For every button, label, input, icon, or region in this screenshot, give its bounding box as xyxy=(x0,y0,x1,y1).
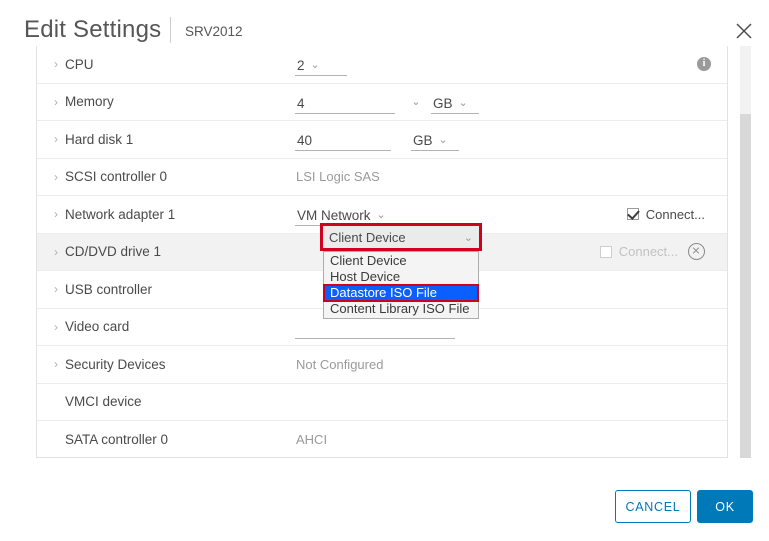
expand-caret-icon[interactable]: › xyxy=(49,133,63,145)
memory-unit-value: GB xyxy=(433,95,453,111)
row-value: 40 GB ⌄ xyxy=(295,121,727,158)
close-icon[interactable] xyxy=(733,20,755,42)
row-label: SCSI controller 0 xyxy=(65,169,168,185)
row-label: VMCI device xyxy=(65,394,142,410)
row-label: Hard disk 1 xyxy=(65,131,134,147)
table-row-security-devices[interactable]: › Security Devices Not Configured xyxy=(37,346,727,384)
dropdown-option-content-library-iso-file[interactable]: Content Library ISO File xyxy=(324,301,478,317)
cancel-button[interactable]: CANCEL xyxy=(615,490,691,523)
expand-caret-icon[interactable]: › xyxy=(49,283,63,295)
chevron-down-icon: ⌄ xyxy=(458,96,468,109)
row-value: 4 ⌄ GB ⌄ xyxy=(295,84,727,121)
page-title: Edit Settings xyxy=(24,16,162,43)
row-value: 2 ⌄ i xyxy=(295,46,727,83)
row-label: USB controller xyxy=(65,281,153,297)
cpu-count-select[interactable]: 2 ⌄ xyxy=(295,52,347,77)
expand-caret-icon[interactable]: › xyxy=(49,321,63,333)
row-label: Network adapter 1 xyxy=(65,206,176,222)
cd-dvd-device-select[interactable]: Client Device ⌄ xyxy=(320,223,482,251)
row-label: CPU xyxy=(65,56,94,72)
row-value xyxy=(295,384,727,421)
cd-dvd-connect-checkbox xyxy=(599,245,612,258)
row-label: SATA controller 0 xyxy=(65,431,169,447)
dialog-header: Edit Settings SRV2012 xyxy=(0,0,769,46)
table-row-vmci-device[interactable]: › VMCI device xyxy=(37,384,727,421)
vm-name-label: SRV2012 xyxy=(185,24,243,39)
dropdown-option-host-device[interactable]: Host Device xyxy=(324,269,478,285)
cd-dvd-device-dropdown-list[interactable]: Client Device Host Device Datastore ISO … xyxy=(323,251,479,319)
hard-disk-unit-value: GB xyxy=(413,133,433,149)
dropdown-option-datastore-iso-file[interactable]: Datastore ISO File xyxy=(323,284,479,302)
cpu-count-value: 2 xyxy=(297,58,305,74)
chevron-down-icon: ⌄ xyxy=(463,231,473,244)
hard-disk-unit-select[interactable]: GB ⌄ xyxy=(411,127,459,152)
cd-dvd-selected-value: Client Device xyxy=(329,229,406,245)
scrollbar-thumb[interactable] xyxy=(740,46,751,114)
row-label: Security Devices xyxy=(65,356,166,372)
network-connect-cluster[interactable]: Connect... xyxy=(626,206,705,222)
table-row-scsi-controller-0[interactable]: › SCSI controller 0 LSI Logic SAS xyxy=(37,159,727,196)
table-row-cpu[interactable]: › CPU 2 ⌄ i xyxy=(37,46,727,84)
expand-caret-icon[interactable]: › xyxy=(49,58,63,70)
table-row-hard-disk-1[interactable]: › Hard disk 1 40 GB ⌄ xyxy=(37,121,727,159)
expand-caret-icon[interactable]: › xyxy=(49,208,63,220)
row-value: AHCI xyxy=(295,421,727,457)
chevron-down-icon: ⌄ xyxy=(438,134,448,147)
hard-disk-size-input[interactable]: 40 xyxy=(295,127,391,152)
cd-dvd-connect-label: Connect... xyxy=(618,244,678,260)
network-connect-label: Connect... xyxy=(645,206,705,222)
expand-caret-icon[interactable]: › xyxy=(49,358,63,370)
expand-caret-icon[interactable]: › xyxy=(49,171,63,183)
security-devices-value: Not Configured xyxy=(296,356,384,372)
cd-dvd-connect-cluster: Connect... xyxy=(599,243,705,261)
expand-caret-icon[interactable]: › xyxy=(49,96,63,108)
network-adapter-value: VM Network xyxy=(297,208,371,224)
memory-stepper-chevron-icon[interactable]: ⌄ xyxy=(409,95,423,108)
ok-button[interactable]: OK xyxy=(697,490,753,523)
row-label: Memory xyxy=(65,94,114,110)
row-label: CD/DVD drive 1 xyxy=(65,244,162,260)
row-value: LSI Logic SAS xyxy=(295,159,727,196)
info-icon[interactable]: i xyxy=(697,57,711,72)
scsi-controller-value: LSI Logic SAS xyxy=(296,169,380,185)
table-row-memory[interactable]: › Memory 4 ⌄ GB ⌄ xyxy=(37,84,727,121)
row-value: Not Configured xyxy=(295,346,727,383)
dialog-footer: CANCEL OK xyxy=(0,461,769,541)
chevron-down-icon: ⌄ xyxy=(310,59,320,72)
network-connect-checkbox[interactable] xyxy=(626,208,639,221)
sata-controller-value: AHCI xyxy=(296,431,328,447)
expand-caret-icon[interactable]: › xyxy=(49,246,63,258)
row-label: Video card xyxy=(65,319,130,335)
dropdown-option-client-device[interactable]: Client Device xyxy=(324,253,478,269)
chevron-down-icon: ⌄ xyxy=(376,209,386,222)
remove-device-icon[interactable] xyxy=(688,243,705,261)
title-divider xyxy=(170,17,171,43)
table-row-sata-controller-0[interactable]: › SATA controller 0 AHCI xyxy=(37,421,727,457)
memory-size-input[interactable]: 4 xyxy=(295,90,395,114)
memory-unit-select[interactable]: GB ⌄ xyxy=(431,90,479,114)
hard-disk-size-value: 40 xyxy=(297,133,313,149)
memory-size-value: 4 xyxy=(297,95,305,111)
